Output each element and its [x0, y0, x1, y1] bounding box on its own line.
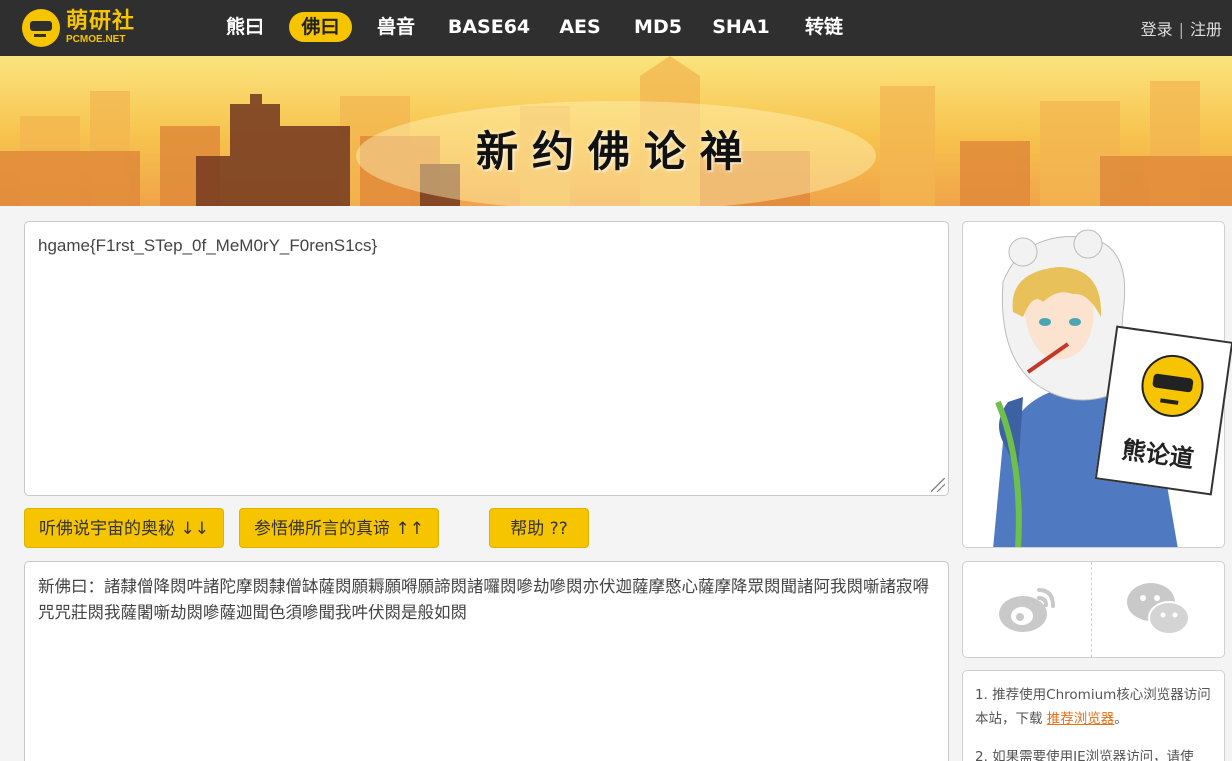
top-navbar: 萌研社 PCMOE.NET 熊曰 佛曰 兽音 BASE64 AES MD5 SH… — [0, 0, 1232, 56]
plaintext-input[interactable]: hgame{F1rst_STep_0f_MeM0rY_F0renS1cs} — [24, 221, 949, 496]
share-panel — [962, 561, 1225, 658]
mascot-sign: 熊论道 — [1094, 325, 1232, 496]
nav-item-foyue[interactable]: 佛曰 — [289, 12, 352, 42]
login-link[interactable]: 登录 — [1141, 20, 1173, 39]
weibo-icon[interactable] — [995, 580, 1059, 636]
register-link[interactable]: 注册 — [1190, 20, 1222, 39]
recommended-browser-link[interactable]: 推荐浏览器 — [1047, 711, 1115, 727]
logo-name-cn: 萌研社 — [66, 9, 136, 34]
encode-button[interactable]: 听佛说宇宙的奥秘 ↓↓ — [24, 508, 224, 548]
share-divider — [1091, 562, 1092, 657]
logo-name-en: PCMOE.NET — [66, 34, 126, 45]
tips-panel: 1. 推荐使用Chromium核心浏览器访问本站，下载 推荐浏览器。 2. 如果… — [962, 670, 1225, 761]
help-button[interactable]: 帮助 ?? — [489, 508, 589, 548]
banner-title: 新约佛论禅 — [475, 127, 756, 176]
tip-text-suffix: 。 — [1114, 711, 1128, 727]
nav-item-zhuanlian[interactable]: 转链 — [798, 12, 850, 42]
nav-item-base64[interactable]: BASE64 — [446, 12, 532, 42]
sign-mascot-icon — [1141, 354, 1204, 417]
auth-links: 登录 | 注册 — [1141, 16, 1222, 40]
auth-separator: | — [1178, 20, 1184, 39]
nav-item-md5[interactable]: MD5 — [630, 12, 686, 42]
plaintext-input-value: hgame{F1rst_STep_0f_MeM0rY_F0renS1cs} — [38, 236, 378, 255]
nav-item-shouyin[interactable]: 兽音 — [370, 12, 422, 42]
nav-item-sha1[interactable]: SHA1 — [710, 12, 772, 42]
decode-button[interactable]: 参悟佛所言的真谛 ↑↑ — [239, 508, 439, 548]
wechat-icon[interactable] — [1125, 580, 1191, 638]
nav-item-xiongyue[interactable]: 熊曰 — [218, 12, 272, 42]
ciphertext-output[interactable]: 新佛曰：諸隸僧降閦吽諸陀摩閦隸僧缽薩閦願耨願嘚願諦閦諸囉閦嘇劫嘇閦亦伏迦薩摩愍心… — [24, 561, 949, 761]
site-logo[interactable]: 萌研社 PCMOE.NET — [22, 6, 152, 50]
tip-item: 2. 如果需要使用IE浏览器访问，请使 — [975, 749, 1194, 761]
textarea-resize-handle[interactable] — [931, 478, 945, 492]
tip-item: 1. 推荐使用Chromium核心浏览器访问本站，下载 推荐浏览器。 — [975, 683, 1212, 731]
ciphertext-output-value: 新佛曰：諸隸僧降閦吽諸陀摩閦隸僧缽薩閦願耨願嘚願諦閦諸囉閦嘇劫嘇閦亦伏迦薩摩愍心… — [38, 577, 929, 622]
hero-banner: 新约佛论禅 — [0, 56, 1232, 206]
logo-mascot-icon — [22, 9, 60, 47]
nav-item-aes[interactable]: AES — [556, 12, 604, 42]
